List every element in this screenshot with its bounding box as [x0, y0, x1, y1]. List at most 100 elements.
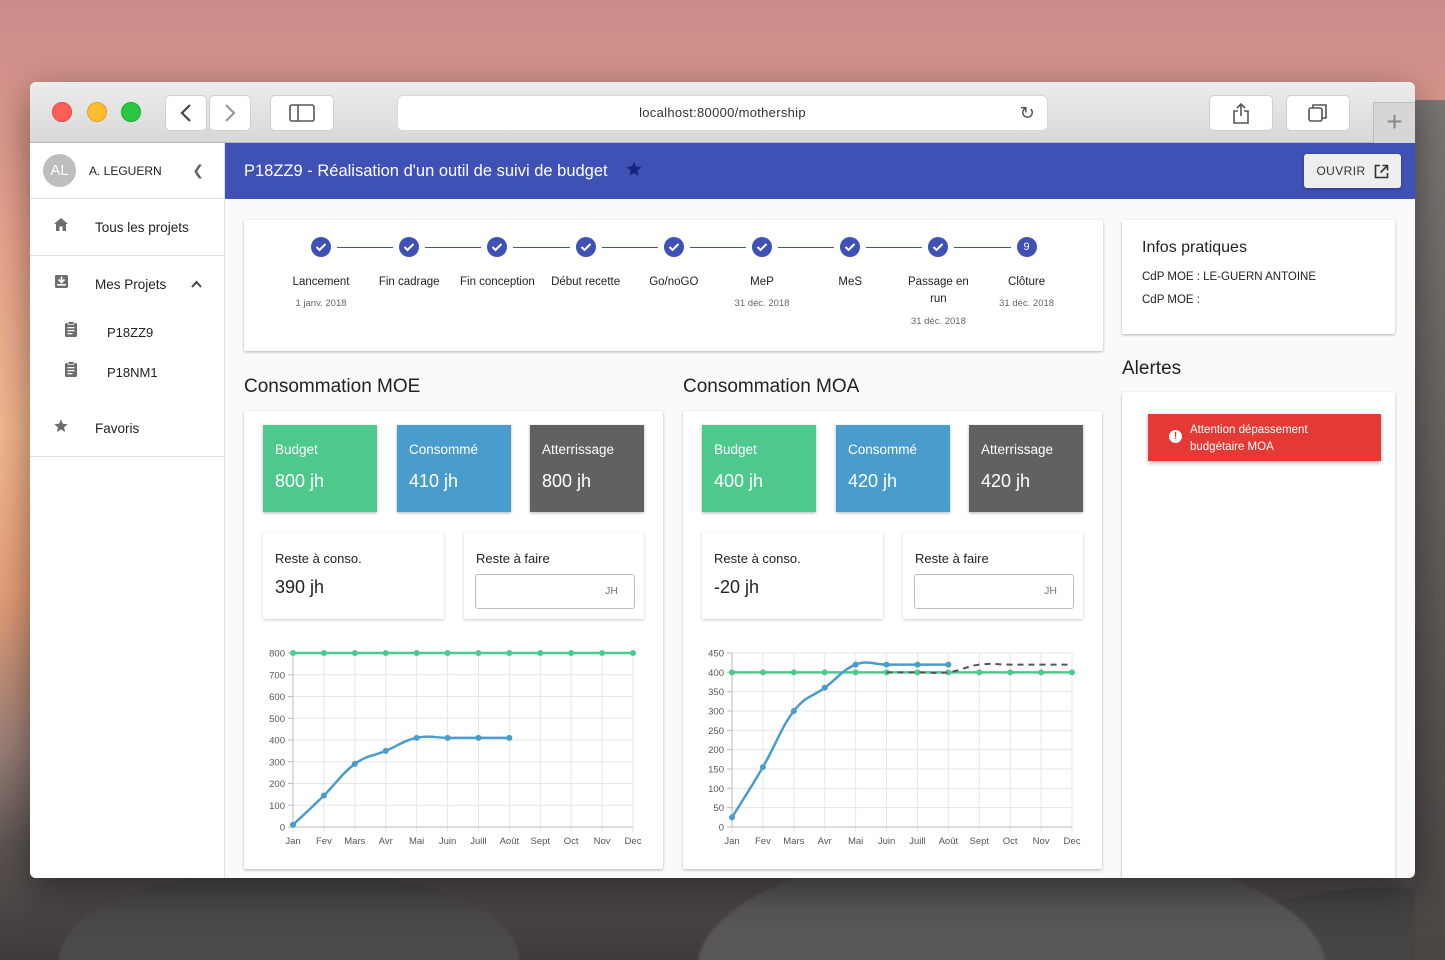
data-point — [852, 661, 859, 668]
timeline-connector — [601, 247, 658, 248]
x-tick-label: Dec — [1064, 836, 1081, 847]
check-icon[interactable] — [840, 237, 861, 257]
y-tick-label: 350 — [708, 687, 724, 698]
sidebar-item-my-projects[interactable]: Mes Projets — [30, 256, 224, 312]
zoom-window-button[interactable] — [121, 102, 141, 122]
y-tick-label: 400 — [269, 736, 285, 747]
check-icon[interactable] — [399, 237, 420, 257]
timeline-connector — [866, 247, 923, 248]
y-tick-label: 800 — [269, 649, 285, 660]
alert-line-1: Attention dépassement — [1190, 424, 1308, 436]
x-tick-label: Fev — [755, 836, 771, 847]
step-number-icon[interactable]: 9 — [1016, 237, 1037, 257]
moa-reste-conso-card: Reste à conso. -20 jh — [702, 532, 883, 619]
new-tab-button[interactable]: + — [1373, 102, 1415, 143]
x-tick-label: Avr — [379, 836, 393, 847]
cdp-moe-line: CdP MOE : LE-GUERN ANTOINE — [1142, 271, 1317, 283]
sidebar-toggle-button[interactable] — [270, 95, 334, 131]
y-tick-label: 150 — [708, 765, 724, 776]
tile-value: 420 jh — [981, 471, 1031, 491]
timeline-connector — [689, 247, 746, 248]
user-name: A. LEGUERN — [89, 163, 162, 178]
sidebar-item-project-p18zz9[interactable]: P18ZZ9 — [30, 312, 224, 352]
budget-alert[interactable]: ! Attention dépassement budgétaire MOA — [1148, 414, 1381, 461]
open-in-new-icon — [1374, 164, 1388, 178]
moe-reste-faire-card: Reste à faire JH — [464, 532, 644, 619]
sidebar-item-label: Favoris — [95, 420, 140, 436]
check-icon[interactable] — [752, 237, 772, 257]
data-point — [599, 650, 606, 656]
reste-conso-value: 390 jh — [275, 577, 325, 597]
x-tick-label: Sept — [530, 836, 550, 847]
forward-button[interactable] — [209, 95, 251, 131]
data-point — [444, 650, 451, 656]
data-point — [883, 661, 890, 668]
milestone-label: MeS — [838, 276, 863, 288]
x-tick-label: Juill — [909, 836, 925, 847]
data-point — [475, 734, 482, 741]
moa-card: Budget 400 jh Consommé 420 jh Atterrissa… — [683, 411, 1102, 869]
data-point — [444, 734, 451, 741]
reload-icon[interactable]: ↻ — [1020, 96, 1035, 130]
check-icon[interactable] — [487, 237, 508, 257]
milestone-date: 31 déc. 2018 — [999, 298, 1055, 309]
sidebar-item-all-projects[interactable]: Tous les projets — [30, 199, 224, 255]
x-tick-label: Oct — [564, 836, 579, 847]
timeline-connector — [425, 247, 482, 248]
open-button[interactable]: OUVRIR — [1304, 154, 1401, 188]
x-tick-label: Jan — [724, 836, 739, 847]
avatar: AL — [43, 154, 76, 187]
close-window-button[interactable] — [52, 102, 72, 122]
check-icon[interactable] — [311, 237, 331, 257]
project-label: P18NM1 — [107, 364, 158, 380]
x-tick-label: Juill — [470, 836, 486, 847]
moa-reste-faire-input[interactable]: JH — [914, 574, 1074, 609]
data-point — [630, 650, 636, 656]
sidebar-item-project-p18nm1[interactable]: P18NM1 — [30, 352, 224, 392]
share-button[interactable] — [1209, 95, 1273, 131]
y-tick-label: 100 — [269, 801, 285, 812]
tabs-overview-button[interactable] — [1286, 95, 1350, 131]
open-button-label: OUVRIR — [1316, 164, 1366, 178]
alert-line-2: budgétaire MOA — [1190, 441, 1274, 453]
browser-toolbar: localhost:80000/mothership ↻ + — [30, 82, 1415, 143]
moe-section-title: Consommation MOE — [244, 376, 421, 397]
chevron-up-icon[interactable] — [191, 277, 202, 291]
series-line — [730, 661, 949, 818]
reste-conso-label: Reste à conso. — [714, 551, 801, 566]
y-tick-label: 300 — [269, 757, 285, 768]
data-point — [568, 650, 575, 656]
favorite-star-icon[interactable] — [625, 160, 643, 183]
moe-reste-faire-input[interactable]: JH — [475, 574, 635, 609]
tabs-icon — [1308, 104, 1327, 122]
milestone-label: Go/noGO — [649, 276, 699, 288]
check-icon[interactable] — [575, 237, 596, 257]
data-point — [1069, 669, 1075, 676]
data-point — [475, 650, 482, 656]
check-icon[interactable] — [663, 237, 684, 257]
divider — [30, 456, 224, 457]
x-tick-label: Jan — [285, 836, 300, 847]
url-bar[interactable]: localhost:80000/mothership ↻ — [397, 95, 1048, 131]
data-point — [320, 650, 327, 656]
tile-label: Consommé — [409, 442, 479, 457]
moa-consumption-chart: 0 50 100 150 200 250 300 350 400 450 Jan Fev Mars Avr… — [708, 649, 1081, 848]
moe-reste-conso-card: Reste à conso. 390 jh — [263, 532, 444, 619]
sidebar-item-favorites[interactable]: Favoris — [30, 400, 224, 456]
moa-reste-faire-card: Reste à faire JH — [903, 532, 1083, 619]
moa-budget-tile: Budget 400 jh — [702, 425, 816, 512]
data-point — [413, 650, 420, 656]
check-icon[interactable] — [928, 237, 949, 257]
reste-conso-value: -20 jh — [714, 577, 760, 597]
milestone-label: Passage en run — [908, 276, 969, 305]
sidebar: AL A. LEGUERN ❮ Tous les projets Mes Pro… — [30, 143, 225, 878]
milestone-label: MeP — [750, 276, 774, 288]
minimize-window-button[interactable] — [87, 102, 107, 122]
y-tick-label: 450 — [708, 649, 724, 660]
back-button[interactable] — [165, 95, 207, 131]
data-point — [976, 669, 983, 676]
alerts-card: ! Attention dépassement budgétaire MOA — [1122, 392, 1395, 878]
y-tick-label: 500 — [269, 714, 285, 725]
series-line — [292, 735, 510, 826]
collapse-sidebar-icon[interactable]: ❮ — [192, 162, 204, 179]
